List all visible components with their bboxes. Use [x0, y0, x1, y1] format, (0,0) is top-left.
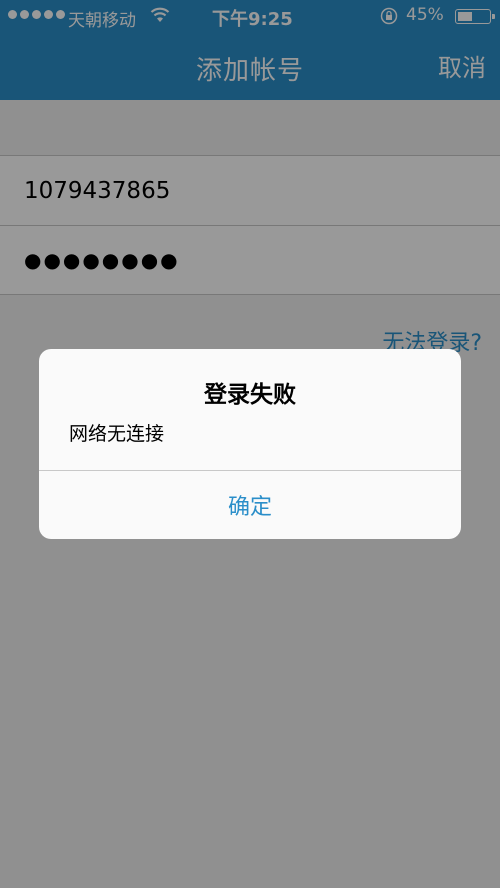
- alert-message: 网络无连接: [69, 423, 165, 445]
- confirm-button[interactable]: 确定: [39, 471, 461, 539]
- login-failed-alert: 登录失败 网络无连接 确定: [39, 349, 461, 539]
- alert-title: 登录失败: [204, 382, 296, 408]
